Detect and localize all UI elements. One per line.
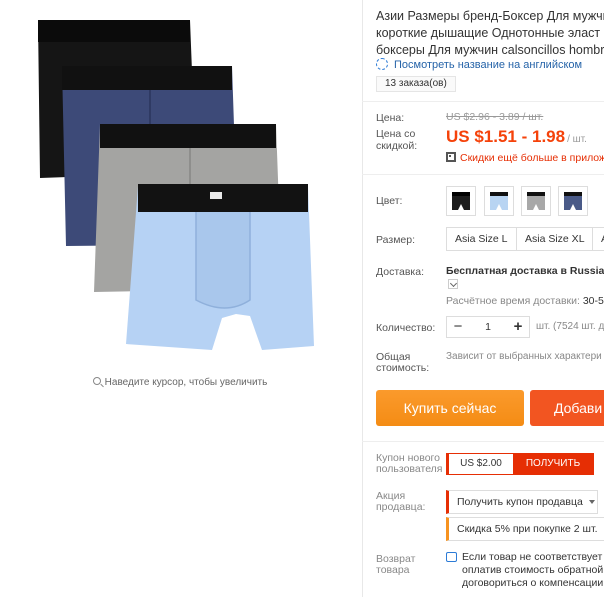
zoom-hint-text: Наведите курсор, чтобы увеличить bbox=[104, 377, 268, 388]
shield-icon bbox=[446, 552, 457, 562]
current-price: US $1.51 - 1.98/ шт. bbox=[446, 127, 587, 147]
title-line: короткие дышащие Однотонные эласт bbox=[376, 26, 601, 40]
returns-label-2: товара bbox=[376, 564, 410, 576]
translate-icon bbox=[376, 58, 388, 70]
magnifier-icon bbox=[92, 377, 101, 385]
divider bbox=[362, 441, 604, 442]
color-swatch-grey[interactable] bbox=[521, 186, 551, 216]
seller-discount-select[interactable]: Скидка 5% при покупке 2 шт. bbox=[446, 517, 604, 541]
price-unit: / шт. bbox=[567, 134, 587, 145]
buy-now-button[interactable]: Купить сейчас bbox=[376, 390, 524, 426]
quantity-label: Количество: bbox=[376, 322, 436, 334]
coupon-amount: US $2.00 bbox=[460, 458, 502, 469]
seller-discount-select-label: Скидка 5% при покупке 2 шт. bbox=[457, 523, 598, 535]
size-option-more[interactable]: A bbox=[592, 227, 604, 251]
add-to-cart-button[interactable]: Добави bbox=[530, 390, 604, 426]
size-label: Размер: bbox=[376, 234, 416, 246]
divider bbox=[362, 174, 604, 175]
translate-link[interactable]: Посмотреть название на английском bbox=[376, 58, 582, 71]
swatch-thumb bbox=[490, 192, 508, 210]
color-swatch-lightblue[interactable] bbox=[484, 186, 514, 216]
quantity-stepper: − 1 + bbox=[446, 316, 530, 338]
app-promo-text[interactable]: Скидки ещё больше в прилож bbox=[460, 152, 604, 164]
seller-coupon-select[interactable]: Получить купон продавца bbox=[446, 490, 598, 514]
size-option-l[interactable]: Asia Size L bbox=[446, 227, 517, 251]
app-promo-link[interactable]: Скидки ещё больше в прилож bbox=[446, 152, 604, 164]
discount-price-label-2: скидкой: bbox=[376, 140, 418, 152]
seller-promo-label-2: продавца: bbox=[376, 501, 426, 513]
divider bbox=[362, 101, 604, 102]
product-gallery[interactable]: Наведите курсор, чтобы увеличить bbox=[0, 0, 360, 597]
old-price: US $2.96 - 3.89 / шт. bbox=[446, 111, 544, 123]
color-label: Цвет: bbox=[376, 195, 403, 207]
color-swatch-navy[interactable] bbox=[558, 186, 588, 216]
coupon-label-2: пользователя bbox=[376, 463, 443, 475]
delivery-time-value: 30-50 bbox=[582, 295, 604, 307]
get-coupon-button[interactable]: ПОЛУЧИТЬ bbox=[513, 454, 593, 474]
product-image[interactable] bbox=[0, 0, 360, 370]
divider bbox=[362, 0, 363, 597]
shipping-dropdown[interactable] bbox=[448, 279, 458, 289]
color-swatch-black[interactable] bbox=[446, 186, 476, 216]
translate-link-text[interactable]: Посмотреть название на английском bbox=[394, 59, 582, 71]
zoom-hint: Наведите курсор, чтобы увеличить bbox=[0, 377, 360, 388]
chevron-down-icon bbox=[588, 500, 595, 504]
shipping-value: Бесплатная доставка в Russian bbox=[446, 265, 604, 277]
title-line: боксеры Для мужчин calsoncillos hombr bbox=[376, 43, 604, 57]
total-label-2: стоимость: bbox=[376, 362, 430, 374]
returns-line: оплатив стоимость обратной д bbox=[462, 564, 604, 576]
total-value: Зависит от выбранных характери bbox=[446, 351, 602, 362]
returns-line: Если товар не соответствует о bbox=[462, 551, 604, 563]
quantity-plus-button[interactable]: + bbox=[507, 317, 529, 337]
delivery-time: Расчётное время доставки: 30-50 bbox=[446, 295, 604, 307]
new-user-coupon: US $2.00 ПОЛУЧИТЬ bbox=[446, 453, 594, 475]
availability-text: шт. (7524 шт. д bbox=[536, 321, 604, 332]
quantity-input[interactable]: 1 bbox=[469, 317, 507, 337]
qr-code-icon bbox=[446, 152, 456, 162]
swatch-thumb bbox=[527, 192, 545, 210]
product-title: Азии Размеры бренд-Боксер Для мужчи коро… bbox=[376, 8, 604, 59]
returns-line: договориться о компенсации с bbox=[462, 577, 604, 589]
discount-price-label-1: Цена со bbox=[376, 128, 416, 140]
swatch-thumb bbox=[564, 192, 582, 210]
size-option-xl[interactable]: Asia Size XL bbox=[516, 227, 594, 251]
current-price-value: US $1.51 - 1.98 bbox=[446, 127, 566, 146]
seller-coupon-select-label: Получить купон продавца bbox=[457, 496, 583, 508]
returns-info: Если товар не соответствует о оплатив ст… bbox=[446, 551, 604, 590]
quantity-minus-button[interactable]: − bbox=[447, 317, 469, 337]
title-line: Азии Размеры бренд-Боксер Для мужчи bbox=[376, 9, 604, 23]
price-label: Цена: bbox=[376, 112, 405, 124]
orders-badge: 13 заказа(ов) bbox=[376, 76, 456, 92]
shipping-label: Доставка: bbox=[376, 266, 425, 278]
swatch-thumb bbox=[452, 192, 470, 210]
boxer-lightblue bbox=[126, 184, 314, 350]
delivery-time-label: Расчётное время доставки: bbox=[446, 295, 580, 307]
